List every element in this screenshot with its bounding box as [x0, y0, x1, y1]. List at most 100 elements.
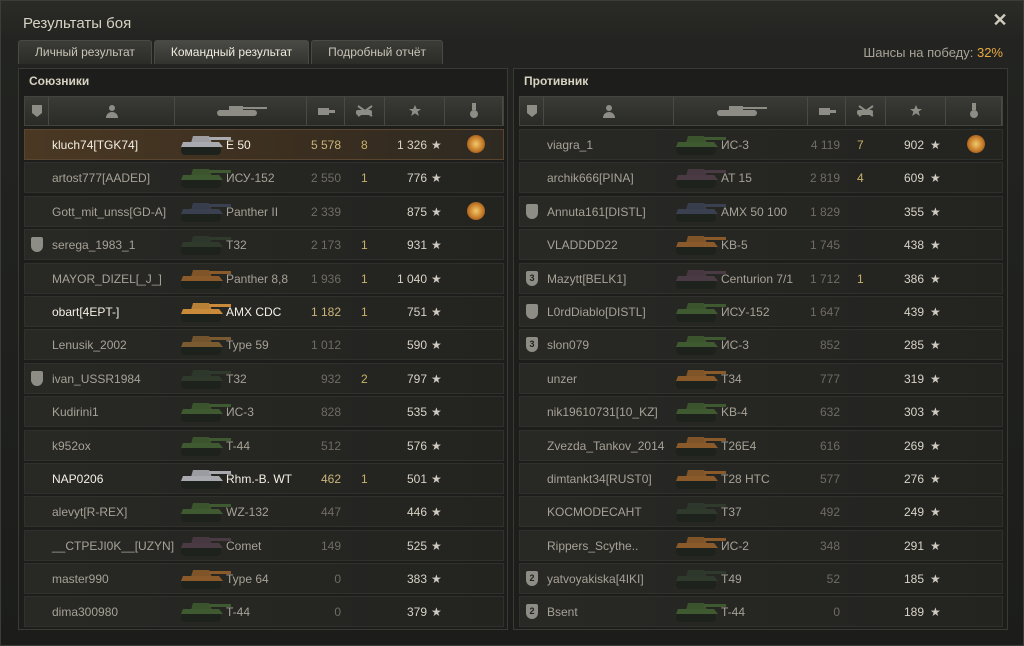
allies-list: kluch74[TGK74] E 50 5 578 8 1 326 ★ artost777[… — [24, 129, 504, 630]
table-row[interactable]: NAP0206 Rhm.-B. WT 462 1 501 ★ — [24, 462, 504, 494]
table-row[interactable]: kluch74[TGK74] E 50 5 578 8 1 326 ★ — [24, 129, 504, 160]
kills-value: 1 — [361, 304, 368, 319]
table-row[interactable]: nik19610731[10_KZ] KB-4 632 303 ★ — [519, 396, 1003, 428]
xp-star-icon: ★ — [431, 171, 442, 186]
xp-value: 501 — [406, 471, 427, 486]
table-row[interactable]: __CTPEJI0K__[UZYN] Comet 149 525 ★ — [24, 529, 504, 561]
medal-icon[interactable] — [946, 97, 1002, 125]
vehicle-name: ИСУ-152 — [721, 304, 770, 319]
player-icon[interactable] — [544, 97, 674, 125]
kills-icon[interactable] — [345, 97, 385, 125]
medal-icon[interactable] — [967, 135, 985, 153]
vehicle-name: Comet — [226, 538, 262, 553]
tank-icon — [177, 599, 233, 625]
tab-team[interactable]: Командный результат — [153, 40, 310, 64]
tank-icon — [177, 466, 233, 492]
kills-icon[interactable] — [846, 97, 886, 125]
table-row[interactable]: Zvezda_Tankov_2014 T26E4 616 269 ★ — [519, 429, 1003, 461]
table-row[interactable]: Gott_mit_unss[GD-A] Panther II 2 339 875 ★ — [24, 195, 504, 227]
table-row[interactable]: 3 slon079 ИС-3 852 285 ★ — [519, 329, 1003, 361]
table-row[interactable]: k952ox T-44 512 576 ★ — [24, 429, 504, 461]
table-row[interactable]: master990 Type 64 0 383 ★ — [24, 563, 504, 595]
table-row[interactable]: Rippers_Scythe.. ИС-2 348 291 ★ — [519, 529, 1003, 561]
player-name: Mazytt[BELK1] — [547, 271, 627, 286]
table-row[interactable]: Kudirini1 ИС-3 828 535 ★ — [24, 396, 504, 428]
xp-value: 276 — [903, 471, 924, 486]
damage-value: 348 — [819, 538, 840, 553]
xp-star-icon: ★ — [431, 138, 442, 152]
badge-icon[interactable] — [520, 97, 544, 125]
tank-icon — [177, 533, 233, 559]
xp-value: 386 — [903, 271, 924, 286]
xp-star-icon: ★ — [930, 138, 941, 152]
table-row[interactable]: obart[4EPT-] AMX CDC 1 182 1 751 ★ — [24, 295, 504, 327]
tank-icon — [177, 232, 233, 258]
table-row[interactable]: KOCMODECAHT T37 492 249 ★ — [519, 496, 1003, 528]
table-row[interactable]: 3 Mazytt[BELK1] Centurion 7/1 1 712 1 386 ★ — [519, 262, 1003, 294]
table-row[interactable]: alevyt[R-REX] WZ-132 447 446 ★ — [24, 496, 504, 528]
medal-icon[interactable] — [445, 97, 503, 125]
medal-icon[interactable] — [467, 135, 485, 153]
vehicle-name: Panther II — [226, 204, 279, 219]
player-name: master990 — [52, 572, 109, 587]
vehicle-name: T-44 — [226, 438, 251, 453]
table-row[interactable]: unzer T34 777 319 ★ — [519, 362, 1003, 394]
damage-value: 52 — [826, 572, 840, 587]
vehicle-name: KB-4 — [721, 405, 748, 420]
table-row[interactable]: dima300980 T-44 0 379 ★ — [24, 596, 504, 628]
damage-value: 1 012 — [310, 338, 341, 353]
xp-star-icon[interactable] — [385, 97, 445, 125]
xp-star-icon: ★ — [930, 271, 941, 286]
vehicle-name: E 50 — [226, 138, 251, 152]
tank-icon[interactable] — [175, 97, 307, 125]
damage-icon[interactable] — [808, 97, 846, 125]
damage-value: 1 829 — [809, 204, 840, 219]
close-icon[interactable]: ✕ — [991, 11, 1009, 29]
table-row[interactable]: dimtankt34[RUST0] T28 HTC 577 276 ★ — [519, 462, 1003, 494]
table-row[interactable]: 2 yatvoyakiska[4IKI] T49 52 185 ★ — [519, 563, 1003, 595]
table-row[interactable]: 2 Bsent T-44 0 189 ★ — [519, 596, 1003, 628]
xp-star-icon: ★ — [930, 204, 941, 219]
table-row[interactable]: archik666[PINA] AT 15 2 819 4 609 ★ — [519, 162, 1003, 194]
table-row[interactable]: Annuta161[DISTL] AMX 50 100 1 829 355 ★ — [519, 195, 1003, 227]
badge-icon[interactable] — [25, 97, 49, 125]
tank-icon — [177, 566, 233, 592]
damage-value: 1 182 — [310, 304, 341, 319]
tank-icon[interactable] — [674, 97, 808, 125]
player-name: ivan_USSR1984 — [52, 371, 141, 386]
table-row[interactable]: Lenusik_2002 Type 59 1 012 590 ★ — [24, 329, 504, 361]
rank-badge-icon: 2 — [526, 571, 538, 587]
tab-personal[interactable]: Личный результат — [18, 40, 152, 64]
xp-value: 319 — [903, 371, 924, 386]
table-row[interactable]: MAYOR_DIZEL[_J_] Panther 8,8 1 936 1 1 040 ★ — [24, 262, 504, 294]
tab-detailed[interactable]: Подробный отчёт — [311, 40, 444, 64]
xp-value: 285 — [903, 338, 924, 353]
damage-icon[interactable] — [307, 97, 345, 125]
table-row[interactable]: ivan_USSR1984 T32 932 2 797 ★ — [24, 362, 504, 394]
table-row[interactable]: serega_1983_1 T32 2 173 1 931 ★ — [24, 229, 504, 261]
table-row[interactable]: artost777[AADED] ИСУ-152 2 550 1 776 ★ — [24, 162, 504, 194]
vehicle-name: WZ-132 — [226, 505, 269, 520]
xp-value: 590 — [406, 338, 427, 353]
xp-value: 438 — [903, 238, 924, 253]
table-row[interactable]: VLADDDD22 KB-5 1 745 438 ★ — [519, 229, 1003, 261]
xp-star-icon[interactable] — [886, 97, 946, 125]
vehicle-name: Rhm.-B. WT — [226, 471, 292, 486]
table-row[interactable]: viagra_1 ИС-3 4 119 7 902 ★ — [519, 129, 1003, 160]
damage-value: 0 — [833, 605, 840, 620]
vehicle-name: T26E4 — [721, 438, 757, 453]
kills-value: 8 — [361, 138, 368, 152]
table-row[interactable]: L0rdDiablo[DISTL] ИСУ-152 1 647 439 ★ — [519, 295, 1003, 327]
tank-icon — [672, 232, 728, 258]
player-name: alevyt[R-REX] — [52, 505, 128, 520]
player-name: dimtankt34[RUST0] — [547, 471, 652, 486]
damage-value: 1 936 — [310, 271, 341, 286]
xp-value: 525 — [406, 538, 427, 553]
medal-icon[interactable] — [467, 201, 485, 220]
xp-star-icon: ★ — [930, 405, 941, 420]
xp-value: 576 — [406, 438, 427, 453]
damage-value: 1 647 — [809, 304, 840, 319]
xp-value: 355 — [903, 204, 924, 219]
player-icon[interactable] — [49, 97, 175, 125]
damage-value: 512 — [320, 438, 341, 453]
